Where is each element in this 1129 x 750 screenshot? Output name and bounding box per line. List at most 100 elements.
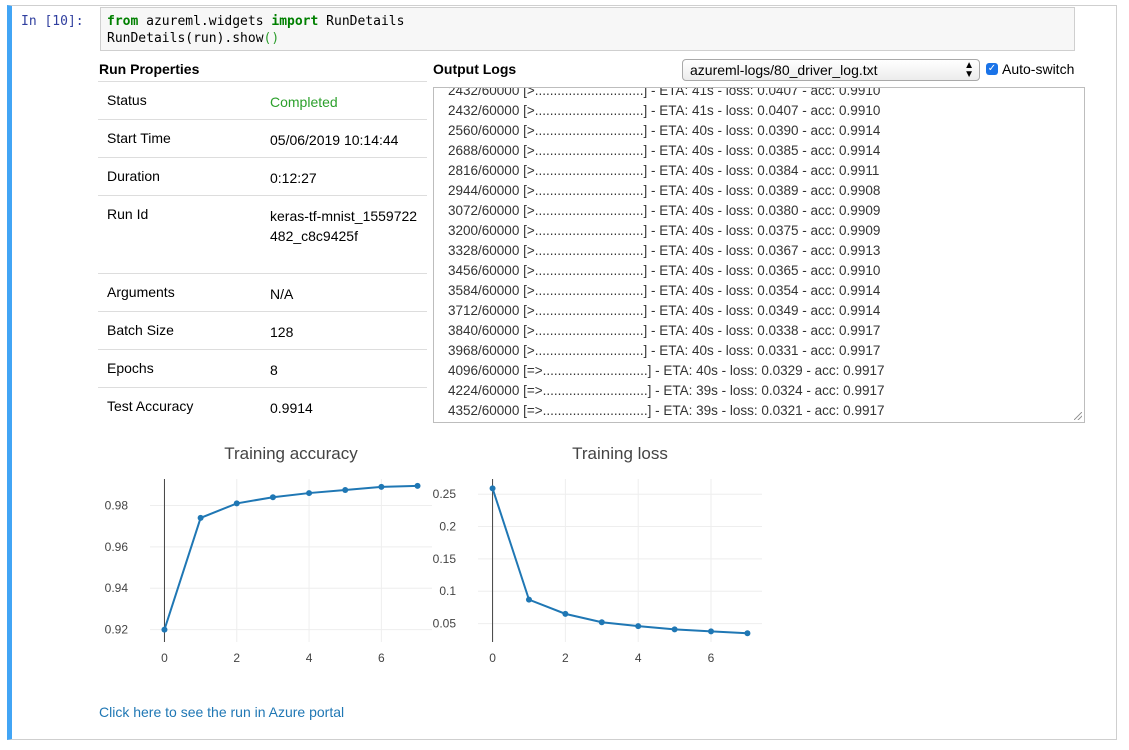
code-call: RunDetails(run).show xyxy=(107,31,264,46)
y-tick-label: 0.1 xyxy=(439,584,456,598)
property-key: Epochs xyxy=(107,360,154,376)
training-accuracy-chart: Training accuracy 0 2 4 6 0.92 0.94 0.96 0.98 xyxy=(105,444,432,665)
property-key: Test Accuracy xyxy=(107,398,194,414)
run-properties-table: Status Completed Start Time 05/06/2019 1… xyxy=(98,81,427,425)
property-key: Start Time xyxy=(107,130,171,146)
property-value: N/A xyxy=(270,286,294,302)
training-loss-chart: Training loss 0 2 4 6 0.05 0.1 0.15 0.2 0.25 xyxy=(433,444,762,665)
log-line: 2816/60000 [>...........................… xyxy=(448,163,880,178)
code-parens: () xyxy=(263,31,280,46)
data-point[interactable] xyxy=(708,628,715,635)
chart-title: Training loss xyxy=(572,444,668,463)
status-value: Completed xyxy=(270,94,338,110)
property-key: Batch Size xyxy=(107,322,174,338)
y-tick-label: 0.94 xyxy=(105,581,129,595)
log-line: 3840/60000 [>...........................… xyxy=(448,323,881,338)
log-line: 3584/60000 [>...........................… xyxy=(448,283,881,298)
x-tick-label: 6 xyxy=(708,651,715,665)
y-tick-label: 0.25 xyxy=(433,487,457,501)
log-line: 4224/60000 [=>..........................… xyxy=(448,383,885,398)
data-point[interactable] xyxy=(378,483,385,490)
log-line: 3072/60000 [>...........................… xyxy=(448,203,881,218)
chart-title: Training accuracy xyxy=(224,444,358,463)
property-row-run-id: Run Id keras-tf-mnist_1559722482_c8c9425… xyxy=(98,195,427,273)
x-tick-label: 6 xyxy=(378,651,385,665)
data-point[interactable] xyxy=(489,485,496,492)
property-value: 0.9914 xyxy=(270,400,313,416)
property-key: Arguments xyxy=(107,284,175,300)
data-point[interactable] xyxy=(598,619,605,626)
log-line: 4352/60000 [=>..........................… xyxy=(448,403,885,418)
property-row-epochs: Epochs 8 xyxy=(98,349,427,387)
property-row-test-accuracy: Test Accuracy 0.9914 xyxy=(98,387,427,425)
data-point[interactable] xyxy=(161,626,168,633)
x-tick-label: 0 xyxy=(489,651,496,665)
log-file-selected: azureml-logs/80_driver_log.txt xyxy=(690,62,878,78)
property-value: 05/06/2019 10:14:44 xyxy=(270,132,399,148)
property-row-duration: Duration 0:12:27 xyxy=(98,157,427,195)
data-point[interactable] xyxy=(414,482,421,489)
data-point[interactable] xyxy=(233,500,240,507)
run-properties-title: Run Properties xyxy=(99,61,200,77)
code-import-name: RunDetails xyxy=(318,14,405,29)
log-line: 3968/60000 [>...........................… xyxy=(448,343,881,358)
data-point[interactable] xyxy=(525,596,532,603)
log-line: 2944/60000 [>...........................… xyxy=(448,183,881,198)
data-point[interactable] xyxy=(342,486,349,493)
checkbox-checked-icon[interactable]: ✓ xyxy=(986,63,998,75)
log-line: 3328/60000 [>...........................… xyxy=(448,243,881,258)
code-input[interactable]: from azureml.widgets import RunDetails R… xyxy=(100,7,1075,51)
y-tick-label: 0.15 xyxy=(433,552,457,566)
x-tick-label: 4 xyxy=(306,651,313,665)
code-module: azureml.widgets xyxy=(138,14,272,29)
x-tick-label: 0 xyxy=(161,651,168,665)
log-line: 2432/60000 [>...........................… xyxy=(448,87,881,98)
y-tick-label: 0.98 xyxy=(105,498,129,512)
log-line: 2560/60000 [>...........................… xyxy=(448,123,881,138)
data-point[interactable] xyxy=(671,626,678,633)
x-tick-label: 4 xyxy=(635,651,642,665)
series-line xyxy=(163,484,418,630)
keyword-import: import xyxy=(271,14,319,29)
output-logs-title: Output Logs xyxy=(433,61,517,77)
property-value: 8 xyxy=(270,362,278,378)
select-arrows-icon: ▲ ▼ xyxy=(964,60,974,80)
property-row-batch-size: Batch Size 128 xyxy=(98,311,427,349)
property-value: 0:12:27 xyxy=(270,170,317,186)
property-key: Status xyxy=(107,92,147,108)
data-point[interactable] xyxy=(562,610,569,617)
log-file-select[interactable]: azureml-logs/80_driver_log.txt ▲ ▼ xyxy=(682,59,980,81)
log-line: 2688/60000 [>...........................… xyxy=(448,143,881,158)
log-line: 3200/60000 [>...........................… xyxy=(448,223,881,238)
data-point[interactable] xyxy=(306,490,313,497)
property-value: 128 xyxy=(270,324,294,340)
log-lines: 2432/60000 [>...........................… xyxy=(448,87,885,422)
property-row-status: Status Completed xyxy=(98,81,427,119)
auto-switch-toggle[interactable]: ✓ Auto-switch xyxy=(986,61,1074,77)
y-tick-label: 0.2 xyxy=(439,520,456,534)
x-tick-label: 2 xyxy=(233,651,240,665)
data-point[interactable] xyxy=(635,623,642,630)
resize-grip-icon[interactable] xyxy=(1074,412,1082,420)
log-line: 3712/60000 [>...........................… xyxy=(448,303,881,318)
log-line: 3456/60000 [>...........................… xyxy=(448,263,881,278)
data-point[interactable] xyxy=(744,630,751,637)
cell-prompt: In [10]: xyxy=(21,14,84,29)
data-point[interactable] xyxy=(269,494,276,501)
y-tick-label: 0.92 xyxy=(105,623,129,637)
azure-portal-link[interactable]: Click here to see the run in Azure porta… xyxy=(99,704,344,720)
data-point[interactable] xyxy=(197,514,204,521)
property-row-arguments: Arguments N/A xyxy=(98,273,427,311)
log-line: 4096/60000 [=>..........................… xyxy=(448,363,885,378)
output-log-textarea[interactable]: 2432/60000 [>...........................… xyxy=(433,87,1085,423)
y-tick-label: 0.96 xyxy=(105,540,129,554)
property-row-start-time: Start Time 05/06/2019 10:14:44 xyxy=(98,119,427,157)
log-line: 4480/60000 [=>..........................… xyxy=(448,421,884,422)
log-line: 2432/60000 [>...........................… xyxy=(448,103,881,118)
property-key: Run Id xyxy=(107,206,149,222)
series-line xyxy=(491,488,748,635)
auto-switch-label: Auto-switch xyxy=(1002,61,1075,77)
x-tick-label: 2 xyxy=(562,651,569,665)
property-key: Duration xyxy=(107,168,160,184)
keyword-from: from xyxy=(107,14,139,29)
